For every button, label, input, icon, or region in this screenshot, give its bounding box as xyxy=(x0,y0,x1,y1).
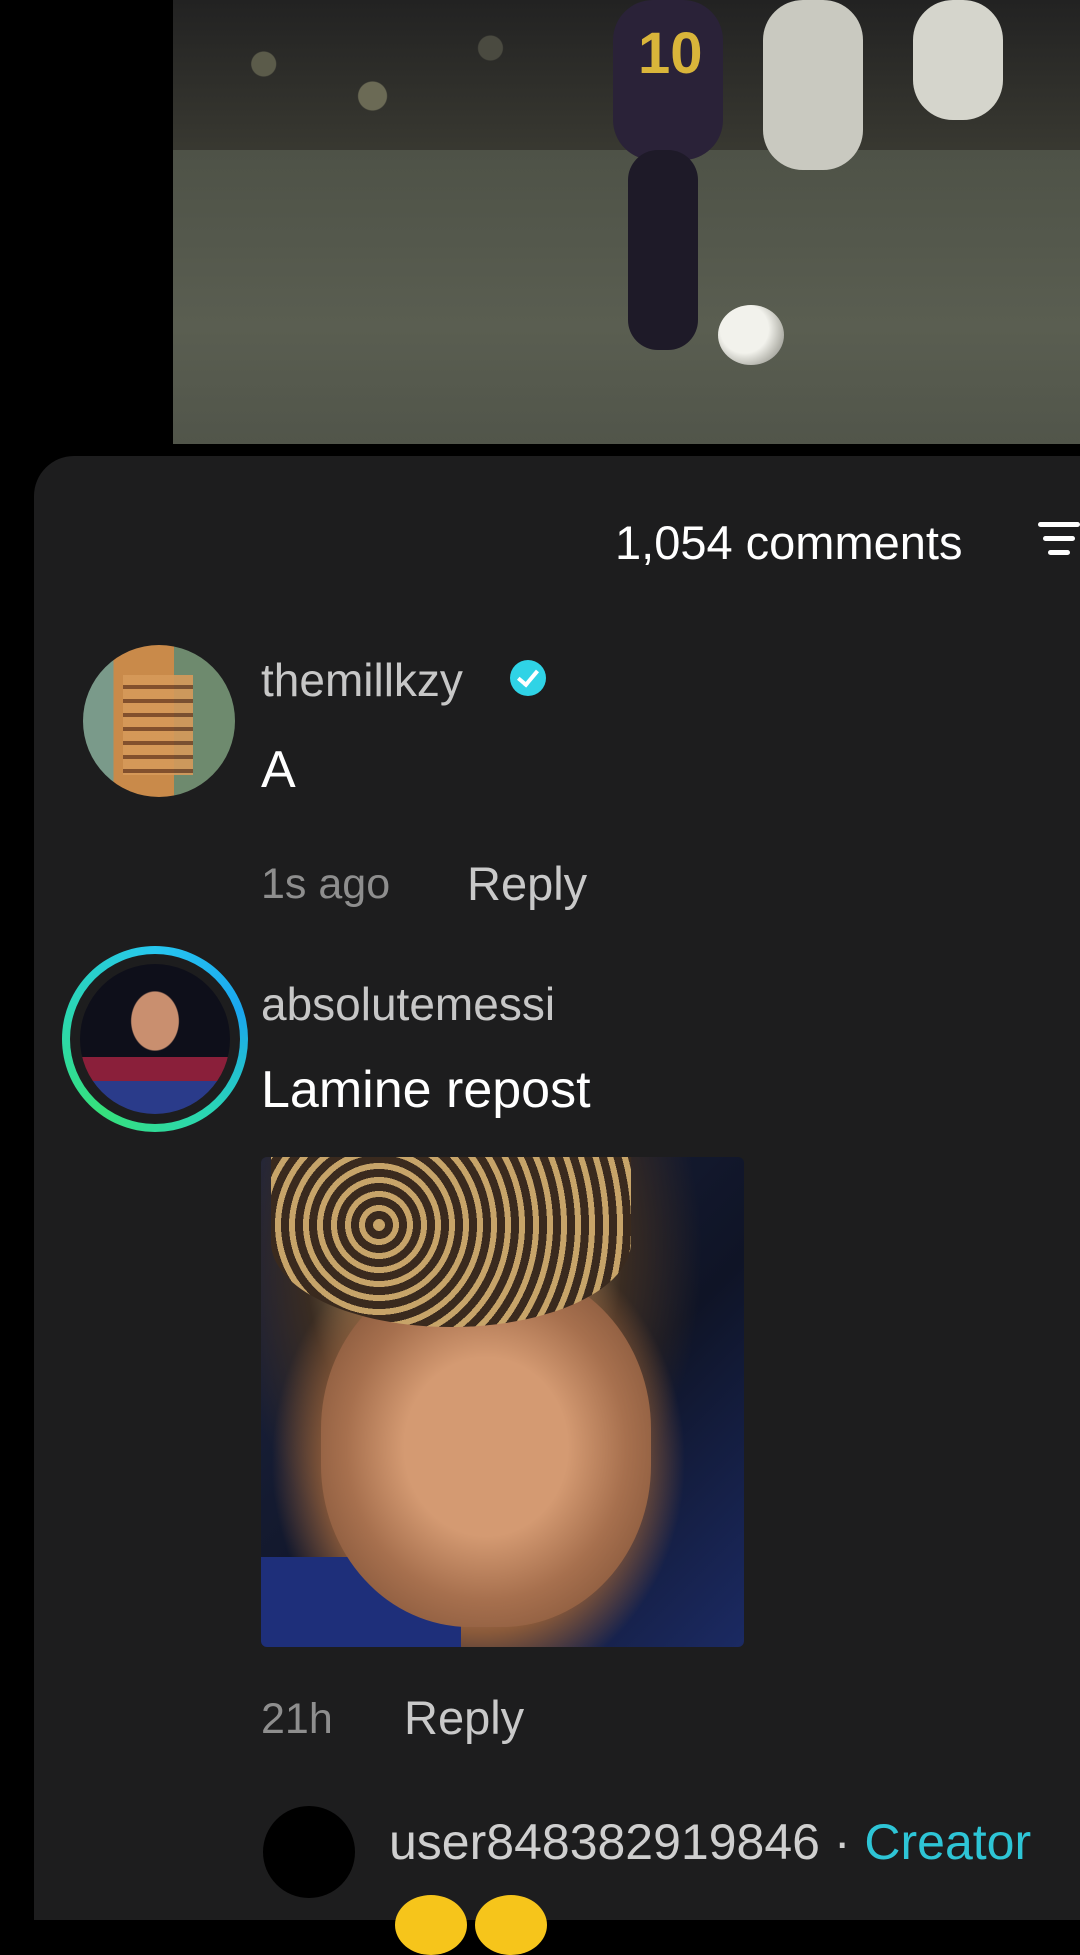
comment-gif-image[interactable] xyxy=(261,1157,744,1647)
avatar[interactable] xyxy=(263,1806,355,1898)
avatar[interactable] xyxy=(83,645,235,797)
video-frame-defender xyxy=(763,0,863,170)
reply-username: user848382919846 xyxy=(389,1814,820,1870)
comment-timestamp: 21h xyxy=(261,1695,333,1743)
comments-count: 1,054 comments xyxy=(615,516,963,569)
video-frame-ball xyxy=(718,305,784,365)
separator: · xyxy=(819,1814,865,1870)
verified-icon xyxy=(510,660,546,696)
filter-icon[interactable] xyxy=(1038,522,1080,558)
comment-username[interactable]: absolutemessi xyxy=(261,977,555,1031)
comment-text: A xyxy=(261,741,296,799)
video-frame-defender xyxy=(913,0,1003,120)
video-frame-pitch xyxy=(173,150,1080,444)
reply-username-line[interactable]: user848382919846 · Creator xyxy=(389,1813,1031,1871)
reply-button[interactable]: Reply xyxy=(467,856,587,911)
comment-username[interactable]: themillkzy xyxy=(261,653,463,707)
video-player[interactable]: 10 xyxy=(173,0,1080,444)
video-frame-player-legs xyxy=(628,150,698,350)
gif-hair xyxy=(271,1157,631,1327)
avatar[interactable] xyxy=(80,964,230,1114)
video-frame-jersey-number: 10 xyxy=(638,21,703,86)
comment-text: Lamine repost xyxy=(261,1061,591,1119)
reply-button[interactable]: Reply xyxy=(404,1690,524,1745)
emoji-icon xyxy=(395,1895,467,1955)
comment-timestamp: 1s ago xyxy=(261,860,391,908)
emoji-icon xyxy=(475,1895,547,1955)
creator-badge: Creator xyxy=(864,1814,1032,1870)
